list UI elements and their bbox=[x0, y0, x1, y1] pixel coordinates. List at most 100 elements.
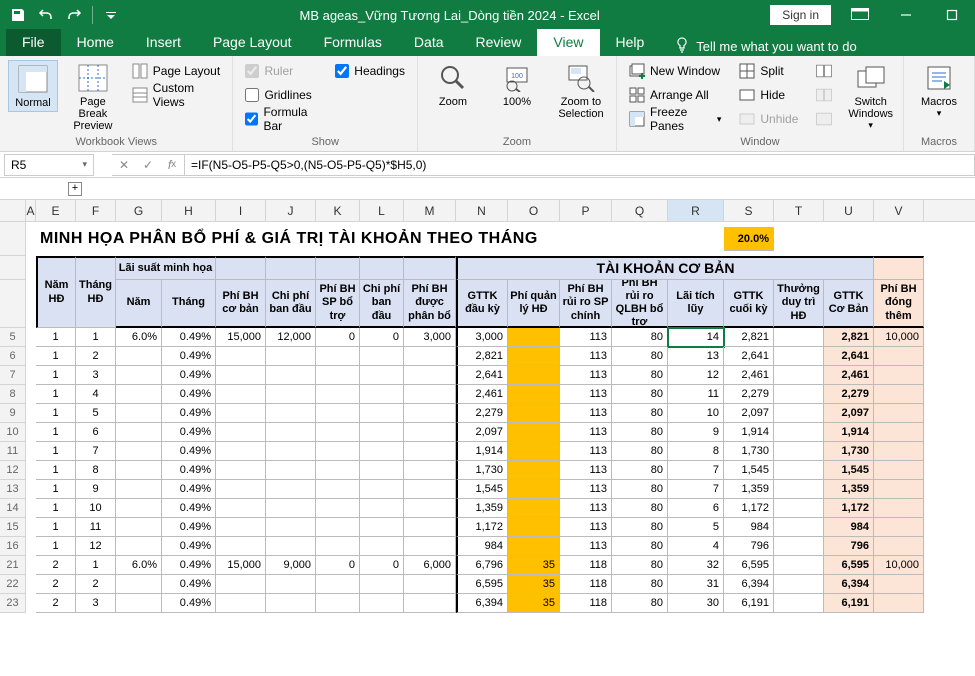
cell[interactable]: 6,595 bbox=[824, 556, 874, 575]
cell[interactable]: 31 bbox=[668, 575, 724, 594]
cell[interactable] bbox=[116, 518, 162, 537]
column-header[interactable]: E bbox=[36, 200, 76, 221]
cell[interactable]: 2,641 bbox=[724, 347, 774, 366]
cell[interactable]: 1 bbox=[36, 461, 76, 480]
cell[interactable] bbox=[360, 461, 404, 480]
tab-home[interactable]: Home bbox=[61, 29, 130, 56]
cell[interactable]: 1,172 bbox=[824, 499, 874, 518]
row-header[interactable]: 16 bbox=[0, 537, 26, 556]
cell[interactable] bbox=[266, 537, 316, 556]
cell[interactable]: 6,394 bbox=[724, 575, 774, 594]
cell[interactable]: 1 bbox=[36, 442, 76, 461]
cell[interactable]: 113 bbox=[560, 480, 612, 499]
cell[interactable]: 2 bbox=[36, 556, 76, 575]
cell[interactable] bbox=[874, 461, 924, 480]
view-side-by-side-button[interactable] bbox=[812, 60, 836, 82]
column-header[interactable]: H bbox=[162, 200, 216, 221]
cell[interactable] bbox=[508, 499, 560, 518]
row-header[interactable]: 10 bbox=[0, 423, 26, 442]
cell[interactable]: 80 bbox=[612, 518, 668, 537]
cell[interactable] bbox=[266, 594, 316, 613]
page-layout-button[interactable]: Page Layout bbox=[128, 60, 225, 82]
zoom-button[interactable]: Zoom bbox=[426, 60, 480, 110]
cell[interactable] bbox=[360, 499, 404, 518]
headings-checkbox[interactable]: Headings bbox=[331, 60, 409, 82]
cell[interactable] bbox=[316, 537, 360, 556]
cell[interactable]: 7 bbox=[668, 461, 724, 480]
cell[interactable]: 0.49% bbox=[162, 423, 216, 442]
cell[interactable] bbox=[316, 575, 360, 594]
cell[interactable]: 1 bbox=[36, 423, 76, 442]
cell[interactable] bbox=[266, 347, 316, 366]
cell[interactable] bbox=[316, 442, 360, 461]
row-header[interactable] bbox=[0, 256, 26, 280]
cell[interactable]: 0.49% bbox=[162, 499, 216, 518]
cell[interactable] bbox=[774, 328, 824, 347]
row-header[interactable]: 15 bbox=[0, 518, 26, 537]
tab-formulas[interactable]: Formulas bbox=[308, 29, 398, 56]
cell[interactable] bbox=[774, 556, 824, 575]
cell[interactable]: 984 bbox=[456, 537, 508, 556]
cell[interactable]: 984 bbox=[724, 518, 774, 537]
cell[interactable]: 80 bbox=[612, 385, 668, 404]
cell[interactable]: 1,545 bbox=[724, 461, 774, 480]
cell[interactable] bbox=[774, 347, 824, 366]
arrange-all-button[interactable]: Arrange All bbox=[625, 84, 725, 106]
cell[interactable]: 1 bbox=[36, 518, 76, 537]
cell[interactable]: 2,279 bbox=[724, 385, 774, 404]
tab-insert[interactable]: Insert bbox=[130, 29, 197, 56]
column-header[interactable]: J bbox=[266, 200, 316, 221]
cell[interactable]: 0.49% bbox=[162, 347, 216, 366]
cell[interactable]: 4 bbox=[76, 385, 116, 404]
enter-formula-icon[interactable]: ✓ bbox=[136, 154, 160, 176]
cell[interactable] bbox=[266, 461, 316, 480]
cell[interactable] bbox=[508, 328, 560, 347]
cell[interactable]: 118 bbox=[560, 556, 612, 575]
tell-me[interactable]: Tell me what you want to do bbox=[660, 37, 856, 56]
cell[interactable]: 14 bbox=[668, 328, 724, 347]
name-box[interactable]: R5▾ bbox=[4, 154, 94, 176]
row-header[interactable]: 7 bbox=[0, 366, 26, 385]
cell[interactable] bbox=[266, 480, 316, 499]
cell[interactable] bbox=[216, 347, 266, 366]
freeze-panes-button[interactable]: Freeze Panes▾ bbox=[625, 108, 725, 130]
cell[interactable] bbox=[508, 347, 560, 366]
cell[interactable]: 0.49% bbox=[162, 575, 216, 594]
cell[interactable]: 0 bbox=[360, 328, 404, 347]
cell[interactable]: 80 bbox=[612, 366, 668, 385]
cell[interactable]: 118 bbox=[560, 575, 612, 594]
cell[interactable]: 3,000 bbox=[404, 328, 456, 347]
zoom-100-button[interactable]: 100100% bbox=[490, 60, 544, 110]
row-header[interactable]: 6 bbox=[0, 347, 26, 366]
cell[interactable] bbox=[404, 366, 456, 385]
formula-bar-checkbox[interactable]: Formula Bar bbox=[241, 108, 321, 130]
cell[interactable]: 1,545 bbox=[456, 480, 508, 499]
cell[interactable]: 6.0% bbox=[116, 556, 162, 575]
column-header[interactable]: A bbox=[26, 200, 36, 221]
outline-expand-button[interactable]: + bbox=[68, 182, 82, 196]
cell[interactable] bbox=[404, 575, 456, 594]
cell[interactable] bbox=[266, 518, 316, 537]
cell[interactable]: 1 bbox=[76, 556, 116, 575]
cell[interactable]: 2 bbox=[76, 575, 116, 594]
column-header[interactable]: L bbox=[360, 200, 404, 221]
cell[interactable] bbox=[774, 499, 824, 518]
cell[interactable]: 9,000 bbox=[266, 556, 316, 575]
cell[interactable] bbox=[774, 518, 824, 537]
cell[interactable]: 0.49% bbox=[162, 385, 216, 404]
cell[interactable] bbox=[360, 385, 404, 404]
column-header[interactable]: Q bbox=[612, 200, 668, 221]
cell[interactable]: 80 bbox=[612, 575, 668, 594]
cell[interactable] bbox=[874, 480, 924, 499]
cell[interactable] bbox=[266, 575, 316, 594]
qat-customize-icon[interactable] bbox=[99, 3, 123, 27]
cell[interactable] bbox=[316, 404, 360, 423]
cell[interactable]: 2,461 bbox=[824, 366, 874, 385]
cell[interactable]: 1,172 bbox=[724, 499, 774, 518]
cell[interactable] bbox=[216, 442, 266, 461]
cell[interactable] bbox=[360, 366, 404, 385]
cell[interactable]: 6 bbox=[668, 499, 724, 518]
cell[interactable]: 1,730 bbox=[724, 442, 774, 461]
cell[interactable]: 35 bbox=[508, 575, 560, 594]
cell[interactable]: 1 bbox=[36, 385, 76, 404]
